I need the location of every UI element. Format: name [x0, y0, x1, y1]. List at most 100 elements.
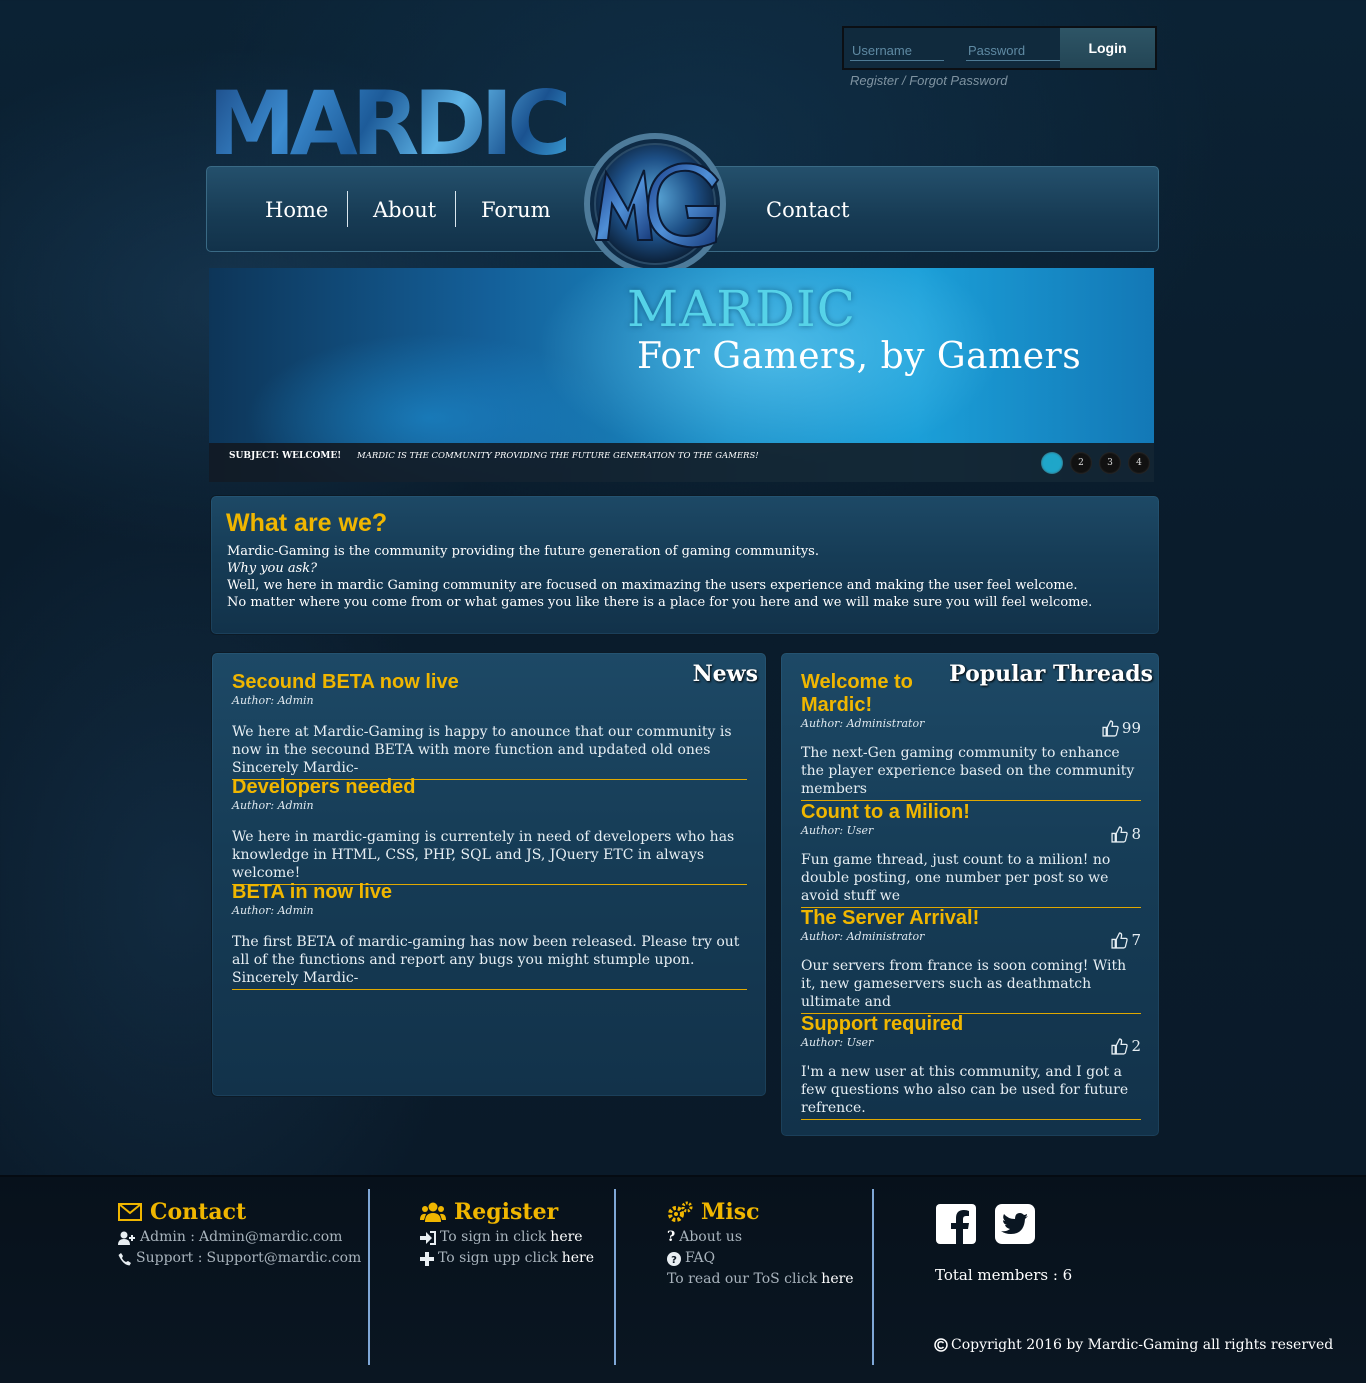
about-us-line: ? About us [667, 1227, 854, 1248]
copyright-icon [934, 1338, 948, 1352]
nav-about[interactable]: About [373, 167, 436, 253]
phone-icon [118, 1252, 131, 1265]
about-line: Why you ask? [227, 561, 318, 576]
thumbs-up-icon [1111, 1037, 1129, 1055]
hero-slider: MARDIC For Gamers, by Gamers SUBJECT: WE… [209, 268, 1154, 482]
nav-divider [347, 191, 348, 227]
question-circle-icon: ? [667, 1251, 681, 1266]
slide-dot-1[interactable]: 1 [1041, 452, 1063, 474]
slide-subject-text: MARDIC IS THE COMMUNITY PROVIDING THE FU… [357, 451, 759, 461]
news-panel: News Secound BETA now live Author: Admin… [211, 652, 767, 1097]
tos-line: To read our ToS click here [667, 1269, 854, 1290]
thread-title[interactable]: The Server Arrival! [801, 907, 1141, 930]
thread-author: Author: Administrator [801, 930, 925, 943]
thread-item[interactable]: Support required Author: User 2 I'm a ne… [801, 1013, 1141, 1120]
news-body: We here in mardic-gaming is currentely i… [232, 828, 747, 885]
total-members: Total members : 6 [935, 1266, 1073, 1284]
tos-text: To read our ToS click [667, 1271, 818, 1287]
footer-register-title: Register [420, 1199, 594, 1225]
question-icon: ? [667, 1229, 676, 1245]
nav-home[interactable]: Home [265, 167, 328, 253]
news-author: Author: Admin [232, 904, 314, 917]
popular-threads-panel: Popular Threads Welcome to Mardic! Autho… [780, 652, 1160, 1137]
nav-forum[interactable]: Forum [481, 167, 551, 253]
news-title[interactable]: BETA in now live [232, 881, 747, 904]
envelope-icon [118, 1203, 142, 1221]
thread-author: Author: User [801, 824, 874, 837]
thread-item[interactable]: Count to a Milion! Author: User 8 Fun ga… [801, 801, 1141, 908]
mg-emblem-logo[interactable] [578, 132, 732, 278]
copyright-text: Copyright 2016 by Mardic-Gaming all righ… [951, 1337, 1334, 1353]
likes-count: 7 [1131, 931, 1141, 949]
thumbs-up-icon [1102, 719, 1119, 737]
thread-likes[interactable]: 8 [1111, 825, 1141, 843]
banner-title: MARDIC [627, 280, 857, 338]
sign-in-icon [420, 1230, 436, 1245]
footer-contact-title: Contact [118, 1199, 361, 1225]
thread-title[interactable]: Welcome to Mardic! [801, 671, 951, 717]
sign-up-text: To sign upp click [438, 1250, 558, 1266]
twitter-icon[interactable] [995, 1204, 1035, 1244]
slide-dot-3[interactable]: 3 [1099, 452, 1121, 474]
news-item[interactable]: Developers needed Author: Admin We here … [232, 776, 747, 885]
slide-dot-2[interactable]: 2 [1070, 452, 1092, 474]
footer-divider [614, 1189, 616, 1365]
login-button[interactable]: Login [1060, 28, 1155, 68]
about-panel: What are we? Mardic-Gaming is the commun… [210, 495, 1160, 635]
sign-in-line: To sign in click here [420, 1227, 594, 1248]
slide-subject-label: SUBJECT: WELCOME! [229, 451, 342, 461]
site-logo[interactable]: MARDIC [208, 80, 572, 168]
thread-likes[interactable]: 2 [1111, 1037, 1141, 1055]
users-icon [420, 1202, 446, 1222]
footer-misc: Misc ? About us ? FAQ To read our ToS cl… [667, 1199, 854, 1290]
thread-author: Author: Administrator [801, 717, 925, 730]
footer-divider [872, 1189, 874, 1365]
thread-likes[interactable]: 99 [1102, 719, 1141, 737]
username-input[interactable] [850, 40, 944, 61]
footer: Contact Admin : Admin@mardic.com Support… [0, 1175, 1366, 1383]
nav-divider [455, 191, 456, 227]
faq-line: ? FAQ [667, 1248, 854, 1269]
footer-divider [368, 1189, 370, 1365]
footer-misc-heading: Misc [701, 1199, 760, 1225]
footer-register: Register To sign in click here To sign u… [420, 1199, 594, 1269]
about-line: Well, we here in mardic Gaming community… [227, 578, 1078, 593]
banner-tagline: For Gamers, by Gamers [637, 336, 1082, 377]
news-title[interactable]: Developers needed [232, 776, 747, 799]
support-email-link[interactable]: Support@mardic.com [206, 1248, 361, 1269]
thread-title[interactable]: Count to a Milion! [801, 801, 1141, 824]
about-line: No matter where you come from or what ga… [227, 595, 1093, 610]
copyright-line: Copyright 2016 by Mardic-Gaming all righ… [934, 1337, 1333, 1353]
about-line: Mardic-Gaming is the community providing… [227, 544, 819, 559]
plus-icon [420, 1251, 434, 1266]
news-item[interactable]: BETA in now live Author: Admin The first… [232, 881, 747, 990]
sign-up-here-link[interactable]: here [562, 1248, 594, 1269]
news-author: Author: Admin [232, 799, 314, 812]
thread-item[interactable]: The Server Arrival! Author: Administrato… [801, 907, 1141, 1014]
thread-body: The next-Gen gaming community to enhance… [801, 744, 1141, 801]
thread-body: Our servers from france is soon coming! … [801, 957, 1141, 1014]
thumbs-up-icon [1111, 825, 1129, 843]
register-forgot-link[interactable]: Register / Forgot Password [850, 73, 1008, 88]
news-body: The first BETA of mardic-gaming has now … [232, 933, 747, 990]
footer-register-heading: Register [454, 1199, 559, 1225]
faq-link[interactable]: FAQ [685, 1248, 715, 1269]
admin-email-link[interactable]: Admin@mardic.com [199, 1227, 342, 1248]
news-title[interactable]: Secound BETA now live [232, 671, 747, 694]
user-plus-icon [118, 1231, 135, 1245]
news-body: We here at Mardic-Gaming is happy to ano… [232, 723, 747, 780]
news-item[interactable]: Secound BETA now live Author: Admin We h… [232, 671, 747, 780]
nav-contact[interactable]: Contact [766, 167, 849, 253]
facebook-icon[interactable] [936, 1204, 976, 1244]
thread-body: Fun game thread, just count to a milion!… [801, 851, 1141, 908]
sign-in-here-link[interactable]: here [550, 1227, 582, 1248]
about-us-link[interactable]: About us [679, 1227, 742, 1248]
tos-here-link[interactable]: here [821, 1269, 853, 1290]
password-input[interactable] [966, 40, 1060, 61]
thread-likes[interactable]: 7 [1111, 931, 1141, 949]
slide-dot-4[interactable]: 4 [1128, 452, 1150, 474]
thread-item[interactable]: Welcome to Mardic! Author: Administrator… [801, 671, 1141, 801]
sign-in-text: To sign in click [440, 1229, 547, 1245]
thread-title[interactable]: Support required [801, 1013, 1141, 1036]
thread-body: I'm a new user at this community, and I … [801, 1063, 1141, 1120]
